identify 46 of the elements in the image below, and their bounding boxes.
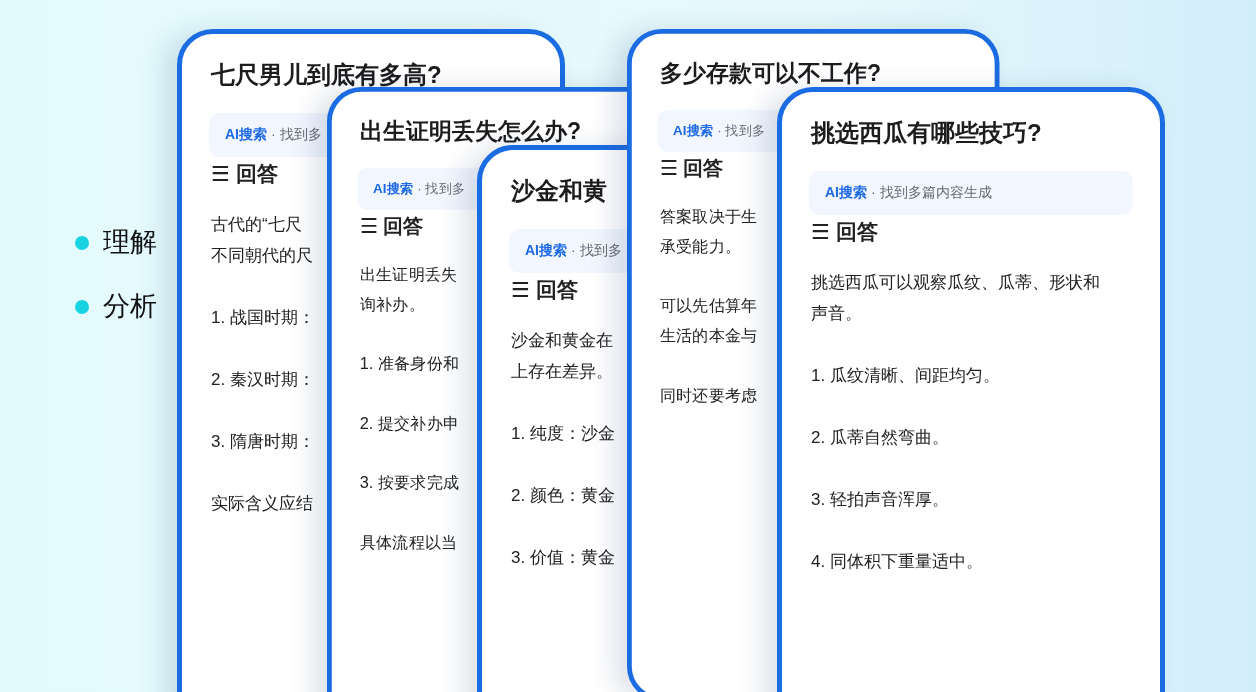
answer-paragraph: 1. 准备身份和 xyxy=(359,353,460,376)
answer-paragraph: 沙金和黄金在 上存在差异。 xyxy=(511,330,613,383)
source-note: · 找到多 xyxy=(271,126,322,144)
answer-paragraph: 3. 隋唐时期： xyxy=(211,431,315,453)
answer-paragraph: 具体流程以当 xyxy=(359,532,458,554)
bullet-icon xyxy=(75,235,89,250)
source-label: AI搜索 xyxy=(225,126,267,144)
answer-paragraph: 挑选西瓜可以观察瓜纹、瓜蒂、形状和 声音。 xyxy=(811,272,1100,325)
answer-paragraph: 古代的“七尺 不同朝代的尺 xyxy=(211,214,313,267)
answer-heading: ☰ 回答 xyxy=(359,214,424,238)
bullet-text: 分析 xyxy=(103,290,157,323)
answer-heading: ☰ 回答 xyxy=(659,156,724,180)
answer-paragraph: 1. 纯度：沙金 xyxy=(511,423,615,445)
source-note: · 找到多 xyxy=(571,242,622,260)
answer-paragraph: 答案取决于生 承受能力。 xyxy=(659,206,758,258)
answer-paragraph: 实际含义应结 xyxy=(211,493,313,515)
answer-paragraph: 1. 瓜纹清晰、间距均匀。 xyxy=(811,365,1000,387)
answer-paragraph: 可以先估算年 生活的本金与 xyxy=(659,295,758,347)
source-label: AI搜索 xyxy=(525,242,567,260)
bullet-icon xyxy=(75,299,89,314)
source-note: · 找到多篇内容生成 xyxy=(871,184,992,202)
source-label: AI搜索 xyxy=(825,184,867,202)
answer-paragraph: 2. 秦汉时期： xyxy=(211,369,315,391)
answer-heading: ☰ 回答 xyxy=(811,220,878,244)
answer-paragraph: 4. 同体积下重量适中。 xyxy=(811,551,983,573)
source-note: · 找到多 xyxy=(717,122,766,140)
answer-paragraph: 同时还要考虑 xyxy=(659,385,758,407)
source-label: AI搜索 xyxy=(673,122,714,140)
answer-paragraph: 3. 价值：黄金 xyxy=(511,547,615,569)
source-label: AI搜索 xyxy=(373,180,414,198)
card-title: 多少存款可以不工作? xyxy=(659,62,882,84)
answer-paragraph: 出生证明丢失 询补办。 xyxy=(359,264,458,316)
card-title: 出生证明丢失怎么办? xyxy=(359,120,582,142)
card-title: 沙金和黄 xyxy=(511,180,607,202)
answer-paragraph: 1. 战国时期： xyxy=(211,307,315,329)
answer-paragraph: 2. 提交补办申 xyxy=(359,413,460,435)
answer-paragraph: 2. 颜色：黄金 xyxy=(511,485,615,507)
bullet-text: 理解 xyxy=(103,226,157,259)
answer-heading: ☰ 回答 xyxy=(511,278,578,302)
answer-heading: ☰ 回答 xyxy=(211,162,278,186)
card-title: 七尺男儿到底有多高? xyxy=(211,64,442,86)
answer-paragraph: 2. 瓜蒂自然弯曲。 xyxy=(811,427,949,449)
answer-paragraph: 3. 轻拍声音浑厚。 xyxy=(811,489,949,511)
source-note: · 找到多 xyxy=(417,180,466,198)
answer-paragraph: 3. 按要求完成 xyxy=(359,472,460,495)
card-title: 挑选西瓜有哪些技巧? xyxy=(811,122,1042,144)
